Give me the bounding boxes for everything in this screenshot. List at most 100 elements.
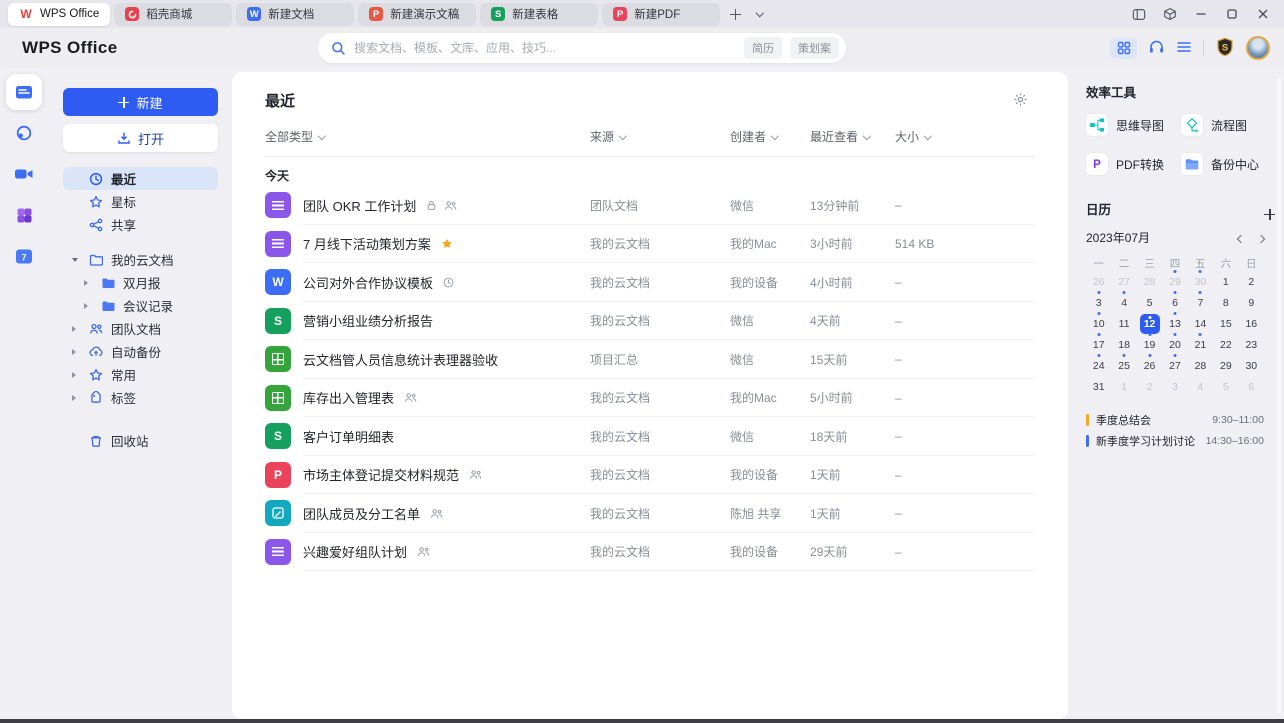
calendar-day[interactable]: 30 [1241, 356, 1261, 376]
calendar-event[interactable]: 新季度学习计划讨论 14:30–16:00 [1086, 430, 1264, 451]
support-button[interactable] [1148, 39, 1165, 58]
calendar-day[interactable]: 3 [1089, 293, 1109, 313]
calendar-day[interactable]: 26 [1089, 272, 1109, 292]
prev-month-button[interactable] [1236, 231, 1246, 245]
chevron-collapsed-icon[interactable] [72, 325, 76, 332]
calendar-day[interactable]: 31 [1089, 377, 1109, 397]
tool-mind-map[interactable]: 思维导图 [1086, 114, 1181, 136]
search-tag-plan[interactable]: 策划案 [790, 37, 839, 59]
calendar-day[interactable]: 29 [1216, 356, 1236, 376]
calendar-day[interactable]: 27 [1165, 356, 1185, 376]
calendar-day[interactable]: 26 [1140, 356, 1160, 376]
tool-pdf-convert[interactable]: P PDF转换 [1086, 153, 1181, 175]
calendar-day[interactable]: 4 [1190, 377, 1210, 397]
sidebar-item-trash[interactable]: 回收站 [63, 429, 218, 452]
chevron-collapsed-icon[interactable] [84, 302, 88, 309]
calendar-day[interactable]: 28 [1140, 272, 1160, 292]
calendar-day[interactable]: 4 [1114, 293, 1134, 313]
calendar-day[interactable]: 9 [1241, 293, 1261, 313]
filter-creator[interactable]: 创建者 [730, 128, 810, 145]
rail-calendar[interactable]: 7 [6, 238, 42, 274]
search-bar[interactable]: 简历 策划案 [318, 33, 846, 63]
sidebar-item-tags[interactable]: 标签 [63, 386, 218, 409]
calendar-day[interactable]: 15 [1216, 314, 1236, 334]
maximize-button[interactable] [1221, 3, 1243, 25]
sidebar-item-auto-backup[interactable]: 自动备份 [63, 340, 218, 363]
next-month-button[interactable] [1256, 231, 1266, 245]
new-button[interactable]: 新建 [63, 88, 218, 116]
sidebar-item-team-docs[interactable]: 团队文档 [63, 317, 218, 340]
sidebar-folder-bimonthly[interactable]: 双月报 [63, 271, 218, 294]
search-input[interactable] [354, 41, 736, 55]
calendar-day[interactable]: 18 [1114, 335, 1134, 355]
document-row[interactable]: 7 月线下活动策划方案 我的云文档 我的Mac 3小时前 514 KB [265, 225, 1035, 264]
toggle-sidebar-button[interactable] [1128, 3, 1150, 25]
calendar-day[interactable]: 10 [1089, 314, 1109, 334]
workspace-button[interactable] [1159, 3, 1181, 25]
chevron-expanded-icon[interactable] [72, 257, 78, 262]
document-row[interactable]: 兴趣爱好组队计划 我的云文档 我的设备 29天前 – [265, 533, 1035, 572]
rail-meeting[interactable] [6, 156, 42, 192]
menu-button[interactable] [1176, 40, 1192, 57]
calendar-day[interactable]: 17 [1089, 335, 1109, 355]
calendar-day[interactable]: 22 [1216, 335, 1236, 355]
calendar-day[interactable]: 1 [1216, 272, 1236, 292]
sidebar-item-recent[interactable]: 最近 [63, 167, 218, 190]
calendar-day[interactable]: 20 [1165, 335, 1185, 355]
calendar-day[interactable]: 30 [1190, 272, 1210, 292]
calendar-day[interactable]: 2 [1140, 377, 1160, 397]
rail-documents[interactable] [6, 74, 42, 110]
calendar-day[interactable]: 29 [1165, 272, 1185, 292]
sidebar-item-shared[interactable]: 共享 [63, 213, 218, 236]
tab-docer-mall[interactable]: 稻壳商城 [114, 2, 233, 26]
apps-grid-button[interactable] [1110, 37, 1137, 59]
sidebar-item-frequent[interactable]: 常用 [63, 363, 218, 386]
chevron-collapsed-icon[interactable] [84, 279, 88, 286]
calendar-day[interactable]: 8 [1216, 293, 1236, 313]
list-settings-button[interactable] [1013, 92, 1028, 110]
minimize-button[interactable] [1190, 3, 1212, 25]
calendar-day[interactable]: 5 [1216, 377, 1236, 397]
calendar-day[interactable]: 5 [1140, 293, 1160, 313]
filter-source[interactable]: 来源 [590, 128, 730, 145]
calendar-day[interactable]: 27 [1114, 272, 1134, 292]
sidebar-item-my-cloud-docs[interactable]: 我的云文档 [63, 248, 218, 271]
calendar-day[interactable]: 1 [1114, 377, 1134, 397]
document-row[interactable]: 团队 OKR 工作计划 团队文档 微信 13分钟前 – [265, 186, 1035, 225]
calendar-day[interactable]: 13 [1165, 314, 1185, 334]
calendar-day[interactable]: 21 [1190, 335, 1210, 355]
chevron-collapsed-icon[interactable] [72, 394, 76, 401]
chevron-collapsed-icon[interactable] [72, 348, 76, 355]
sidebar-item-starred[interactable]: 星标 [63, 190, 218, 213]
calendar-day[interactable]: 6 [1165, 293, 1185, 313]
filter-type[interactable]: 全部类型 [265, 128, 590, 145]
calendar-day[interactable]: 14 [1190, 314, 1210, 334]
calendar-day[interactable]: 23 [1241, 335, 1261, 355]
scrollbar[interactable] [1277, 78, 1281, 713]
tab-wps-office[interactable]: W WPS Office [8, 2, 111, 26]
document-row[interactable]: P 市场主体登记提交材料规范 我的云文档 我的设备 1天前 – [265, 456, 1035, 495]
calendar-day[interactable]: 7 [1190, 293, 1210, 313]
calendar-day[interactable]: 28 [1190, 356, 1210, 376]
calendar-day[interactable]: 6 [1241, 377, 1261, 397]
close-button[interactable] [1252, 3, 1274, 25]
calendar-day[interactable]: 12 [1139, 314, 1160, 334]
tab-new-spreadsheet[interactable]: S 新建表格 [480, 2, 599, 26]
tab-new-presentation[interactable]: P 新建演示文稿 [358, 2, 477, 26]
calendar-day[interactable]: 3 [1165, 377, 1185, 397]
calendar-event[interactable]: 季度总结会 9:30–11:00 [1086, 409, 1264, 430]
tab-new-pdf[interactable]: P 新建PDF [602, 2, 721, 26]
rail-apps[interactable] [6, 197, 42, 233]
membership-badge[interactable]: S [1215, 37, 1235, 60]
document-row[interactable]: 库存出入管理表 我的云文档 我的Mac 5小时前 – [265, 379, 1035, 418]
calendar-day[interactable]: 24 [1089, 356, 1109, 376]
calendar-day[interactable]: 25 [1114, 356, 1134, 376]
tab-new-document[interactable]: W 新建文档 [236, 2, 355, 26]
open-button[interactable]: 打开 [63, 124, 218, 152]
document-row[interactable]: S 营销小组业绩分析报告 我的云文档 微信 4天前 – [265, 302, 1035, 341]
chevron-collapsed-icon[interactable] [72, 371, 76, 378]
document-row[interactable]: 团队成员及分工名单 我的云文档 陈旭 共享 1天前 – [265, 494, 1035, 533]
calendar-day[interactable]: 16 [1241, 314, 1261, 334]
rail-assistant[interactable] [6, 115, 42, 151]
avatar[interactable] [1246, 36, 1270, 60]
